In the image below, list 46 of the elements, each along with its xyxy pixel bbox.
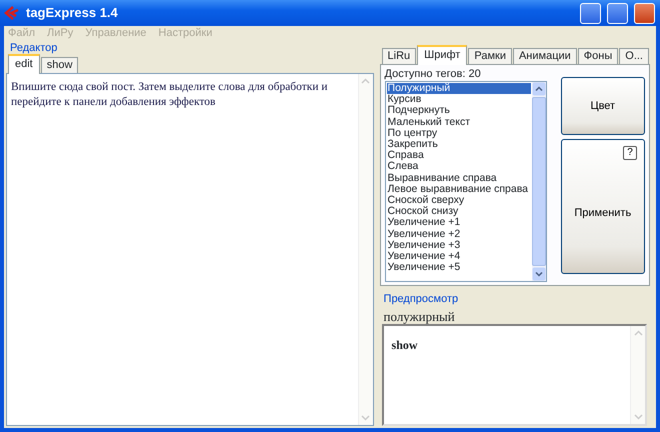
- list-item[interactable]: Увеличение +4: [386, 251, 531, 262]
- preview-text: show: [392, 338, 418, 352]
- tab[interactable]: Анимации: [512, 48, 577, 64]
- list-item[interactable]: Сноской снизу: [386, 206, 531, 218]
- list-item[interactable]: Увеличение +2: [386, 228, 531, 240]
- tab[interactable]: Шрифт: [417, 45, 468, 65]
- close-button[interactable]: [634, 2, 655, 24]
- scrollbar[interactable]: [532, 82, 546, 281]
- apply-label: Применить: [574, 206, 632, 222]
- window-title: tagExpress 1.4: [26, 4, 118, 22]
- list-item[interactable]: Выравнивание справа: [386, 172, 531, 184]
- tab[interactable]: LiRu: [382, 48, 416, 64]
- tag-list[interactable]: [384, 81, 547, 282]
- list-item[interactable]: Подчеркнуть: [386, 105, 531, 117]
- list-item[interactable]: Левое выравнивание справа: [386, 184, 531, 196]
- list-item[interactable]: Увеличение +1: [386, 217, 531, 229]
- color-button[interactable]: Цвет: [560, 77, 645, 135]
- list-item[interactable]: Слева: [386, 161, 531, 173]
- list-item[interactable]: Маленький текст: [386, 116, 531, 128]
- apply-button[interactable]: ? Применить: [560, 139, 645, 274]
- list-item[interactable]: Сноской сверху: [386, 195, 531, 206]
- scroll-thumb[interactable]: [532, 97, 546, 266]
- app-logo-icon: [4, 6, 20, 20]
- help-button[interactable]: ?: [623, 146, 637, 160]
- list-item[interactable]: По центру: [386, 128, 531, 140]
- list-item[interactable]: Увеличение +5: [386, 262, 531, 274]
- tab[interactable]: О...: [619, 48, 649, 64]
- maximize-button[interactable]: [607, 2, 628, 24]
- list-item[interactable]: Справа: [386, 150, 531, 162]
- minimize-button[interactable]: [580, 2, 601, 24]
- editor-text: Впишите сюда свой пост. Затем выделите слова для обработки и перейдите к панели добавления эффектов: [10, 80, 329, 110]
- group-label: Предпросмотр: [382, 294, 458, 305]
- list-item[interactable]: Закрепить: [386, 139, 531, 150]
- group-label: Редактор: [9, 43, 58, 54]
- text-editor[interactable]: Впишите сюда свой пост. Затем выделите слова для обработки и перейдите к панели добавления эффектов: [6, 73, 374, 426]
- list-item[interactable]: Увеличение +3: [386, 240, 531, 252]
- tab[interactable]: Рамки: [468, 48, 512, 64]
- scroll-up-icon[interactable]: [532, 82, 546, 96]
- tab[interactable]: edit: [8, 54, 40, 74]
- tab[interactable]: Фоны: [578, 48, 618, 64]
- tag-count-label: Доступно тегов: 20: [384, 68, 482, 81]
- tag-name: полужирный: [382, 310, 456, 324]
- list-item[interactable]: Полужирный: [386, 83, 531, 94]
- tab[interactable]: show: [40, 57, 78, 73]
- scroll-down-icon[interactable]: [532, 267, 546, 281]
- list-item[interactable]: Курсив: [386, 94, 531, 106]
